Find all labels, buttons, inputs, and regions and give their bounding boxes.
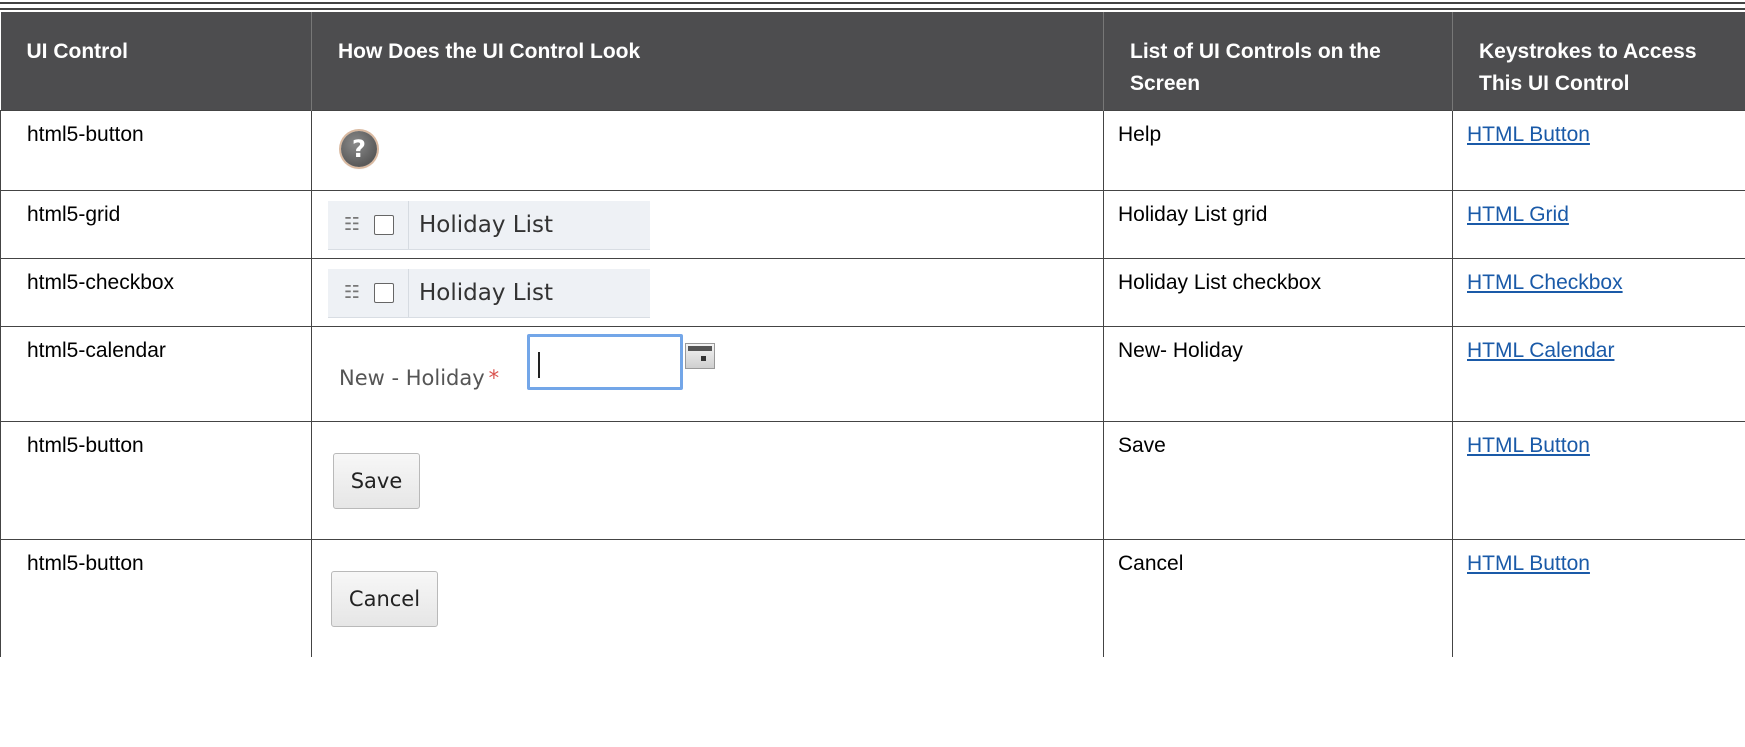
control-name-cell: html5-button xyxy=(0,421,312,540)
table-row: html5-checkbox ☷ Holiday List Holiday Li… xyxy=(0,258,1745,327)
help-icon[interactable]: ? xyxy=(341,131,377,167)
html-calendar-link[interactable]: HTML Calendar xyxy=(1467,339,1614,362)
header-look: How Does the UI Control Look xyxy=(311,12,1104,111)
html-button-link[interactable]: HTML Button xyxy=(1467,123,1590,146)
header-ui-control: UI Control xyxy=(0,12,312,111)
control-visual-cell: Save xyxy=(311,421,1104,540)
field-label-text: New - Holiday xyxy=(339,366,485,390)
control-visual-cell: ? xyxy=(311,110,1104,191)
control-list-cell: Holiday List checkbox xyxy=(1103,258,1453,327)
keystroke-link-cell: HTML Button xyxy=(1452,539,1745,657)
html-checkbox-link[interactable]: HTML Checkbox xyxy=(1467,271,1623,294)
ui-controls-table: UI Control How Does the UI Control Look … xyxy=(0,12,1745,657)
control-name-cell: html5-calendar xyxy=(0,326,312,422)
text-caret xyxy=(538,352,540,378)
table-row: html5-grid ☷ Holiday List Holiday List g… xyxy=(0,190,1745,259)
keystroke-link-cell: HTML Button xyxy=(1452,421,1745,540)
table-row: html5-calendar New - Holiday * New- Holid… xyxy=(0,326,1745,422)
keystroke-link-cell: HTML Checkbox xyxy=(1452,258,1745,327)
control-list-cell: Cancel xyxy=(1103,539,1453,657)
control-name-cell: html5-button xyxy=(0,539,312,657)
html-button-link[interactable]: HTML Button xyxy=(1467,434,1590,457)
html-grid-link[interactable]: HTML Grid xyxy=(1467,203,1569,226)
control-name-cell: html5-checkbox xyxy=(0,258,312,327)
holiday-list-checkbox-header[interactable]: ☷ Holiday List xyxy=(328,269,650,318)
keystroke-link-cell: HTML Button xyxy=(1452,110,1745,191)
control-visual-cell: Cancel xyxy=(311,539,1104,657)
required-marker: * xyxy=(488,366,500,390)
cancel-button[interactable]: Cancel xyxy=(331,571,438,627)
control-list-cell: Holiday List grid xyxy=(1103,190,1453,259)
holiday-list-checkbox[interactable] xyxy=(374,283,394,303)
new-holiday-date-input[interactable] xyxy=(527,334,683,390)
control-list-cell: New- Holiday xyxy=(1103,326,1453,422)
keystroke-link-cell: HTML Grid xyxy=(1452,190,1745,259)
select-all-checkbox[interactable] xyxy=(374,215,394,235)
control-name-cell: html5-grid xyxy=(0,190,312,259)
table-row: html5-button Cancel Cancel HTML Button xyxy=(0,539,1745,657)
table-header-row: UI Control How Does the UI Control Look … xyxy=(0,12,1745,111)
table-row: html5-button ? Help HTML Button xyxy=(0,110,1745,191)
grid-column-label: Holiday List xyxy=(419,280,553,306)
control-visual-cell: ☷ Holiday List xyxy=(311,190,1104,259)
control-visual-cell: ☷ Holiday List xyxy=(311,258,1104,327)
top-rule xyxy=(0,2,1745,4)
keystroke-link-cell: HTML Calendar xyxy=(1452,326,1745,422)
holiday-list-grid-header[interactable]: ☷ Holiday List xyxy=(328,201,650,250)
control-name-cell: html5-button xyxy=(0,110,312,191)
hierarchy-icon[interactable]: ☷ xyxy=(338,279,366,307)
control-list-cell: Help xyxy=(1103,110,1453,191)
control-list-cell: Save xyxy=(1103,421,1453,540)
header-keystrokes: Keystrokes to Access This UI Control xyxy=(1452,12,1745,111)
grid-column-label: Holiday List xyxy=(419,212,553,238)
calendar-day-marker xyxy=(701,356,706,361)
table-row: html5-button Save Save HTML Button xyxy=(0,421,1745,540)
html-button-link[interactable]: HTML Button xyxy=(1467,552,1590,575)
column-divider xyxy=(408,201,409,249)
hierarchy-icon[interactable]: ☷ xyxy=(338,211,366,239)
top-rule-secondary xyxy=(0,8,1745,10)
save-button[interactable]: Save xyxy=(333,453,420,509)
new-holiday-label: New - Holiday * xyxy=(339,364,499,392)
header-list: List of UI Controls on the Screen xyxy=(1103,12,1453,111)
calendar-header-bar xyxy=(688,346,712,351)
control-visual-cell: New - Holiday * xyxy=(311,326,1104,422)
column-divider xyxy=(408,269,409,317)
calendar-icon[interactable] xyxy=(685,343,715,369)
